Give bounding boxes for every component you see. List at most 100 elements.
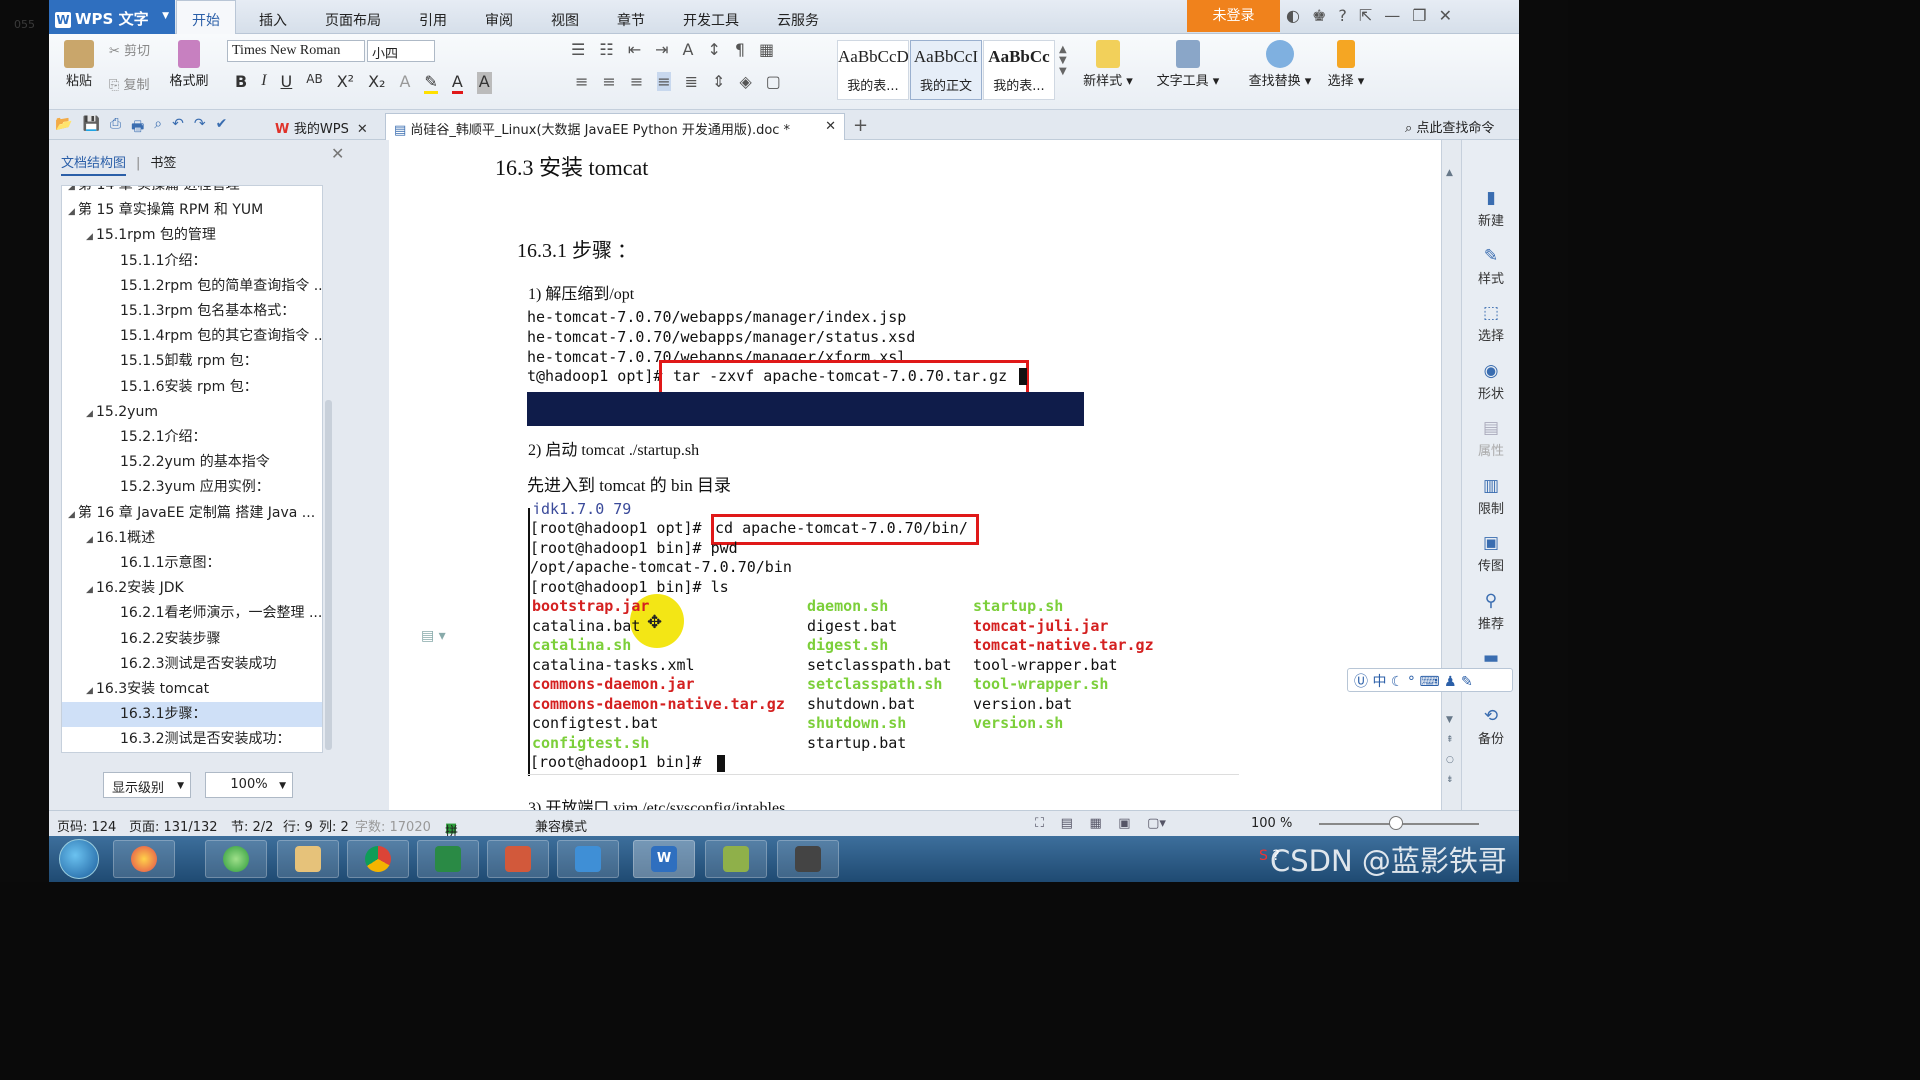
outline-item[interactable]: 16.1.1示意图： (62, 551, 322, 576)
outline-item[interactable]: 16.2.2安装步骤 (62, 627, 322, 652)
outline-item[interactable]: 15.1.2rpm 包的简单查询指令 ... (62, 274, 322, 299)
zoom-slider-thumb[interactable] (1389, 816, 1403, 830)
style-my-table-1[interactable]: AaBbCcD 我的表... (837, 40, 909, 100)
font-name-select[interactable]: Times New Roman (227, 40, 365, 62)
text-effect-icon[interactable]: A (399, 72, 410, 94)
taskbar-app[interactable] (705, 840, 767, 878)
save-icon[interactable]: 💾 (82, 116, 99, 140)
strikethrough-icon[interactable]: AB (306, 72, 322, 94)
font-size-select[interactable]: 小四 (367, 40, 435, 62)
tab-page-layout[interactable]: 页面布局 (325, 0, 381, 34)
taskbar-app[interactable] (777, 840, 839, 878)
expand-triangle-icon[interactable]: ◢ (68, 503, 78, 528)
outline-item[interactable]: ◢ 16.3安装 tomcat (62, 677, 322, 704)
taskbar-explorer[interactable] (277, 840, 339, 878)
taskbar-ppt[interactable] (487, 840, 549, 878)
document-page[interactable]: 16.3 安装 tomcat 16.3.1 步骤 ： 1) 解压缩到/opt h… (389, 140, 1441, 810)
outline-item[interactable]: ◢ 第 15 章实操篇 RPM 和 YUM (62, 198, 322, 223)
tab-bookmark[interactable]: 书签 (150, 156, 176, 171)
case-icon[interactable]: A (683, 40, 694, 59)
outline-item[interactable]: 16.2.3测试是否安装成功 (62, 652, 322, 677)
bold-icon[interactable]: B (235, 72, 247, 94)
export-pdf-icon[interactable]: ⎙ (110, 116, 121, 140)
tab-view[interactable]: 视图 (551, 0, 579, 34)
outline-item[interactable]: 16.2.1看老师演示，一会整理 ... (62, 601, 322, 626)
taskbar-excel[interactable] (417, 840, 479, 878)
expand-triangle-icon[interactable]: ◢ (86, 679, 96, 704)
login-button[interactable]: 未登录 (1187, 0, 1280, 32)
maximize-icon[interactable]: ❐ (1412, 6, 1426, 25)
format-painter-button[interactable]: 格式刷 (167, 40, 211, 89)
wps-app-button[interactable]: W WPS 文字 ▼ (49, 0, 175, 34)
taskbar-app[interactable] (557, 840, 619, 878)
new-tab-icon[interactable]: + (853, 115, 868, 136)
table-icon[interactable]: ▦ (759, 40, 774, 59)
outline-scrollbar[interactable] (325, 400, 332, 750)
char-shading-icon[interactable]: A (476, 72, 492, 94)
outline-item[interactable]: 15.1.5卸载 rpm 包： (62, 349, 322, 374)
shirt-icon[interactable]: ♚ (1312, 6, 1326, 25)
level-select[interactable]: 显示级别 ▼ (103, 772, 191, 798)
sort-icon[interactable]: ↕ (707, 40, 720, 59)
close-tab-icon[interactable]: ✕ (357, 122, 368, 137)
outline-item[interactable]: ◢ 15.1rpm 包的管理 (62, 223, 322, 250)
document-scrollbar[interactable]: ▲ ▼ ⇞ ○ ⇟ (1441, 140, 1461, 810)
scroll-up-icon[interactable]: ▲ (1446, 168, 1453, 178)
new-style-button[interactable]: 新样式 ▾ (1079, 40, 1137, 89)
border-icon[interactable]: ▢ (766, 72, 781, 91)
taskbar-chrome[interactable] (347, 840, 409, 878)
outline-item[interactable]: 15.1.4rpm 包的其它查询指令 ... (62, 324, 322, 349)
undo-icon[interactable]: ↶ (172, 116, 184, 140)
paragraph-options-icon[interactable]: ▤ ▾ (421, 628, 446, 644)
pane-recommend-button[interactable]: ⚲ 推荐 (1462, 591, 1519, 632)
print-icon[interactable]: 🖶 (131, 116, 144, 140)
shading-icon[interactable]: ◈ (739, 72, 751, 91)
tab-start[interactable]: 开始 (176, 0, 236, 35)
superscript-icon[interactable]: X² (337, 72, 354, 94)
find-replace-button[interactable]: 查找替换 ▾ (1245, 40, 1315, 89)
outdent-icon[interactable]: ⇤ (628, 40, 641, 59)
pane-new-button[interactable]: ▮ 新建 (1462, 188, 1519, 229)
expand-triangle-icon[interactable]: ◢ (86, 528, 96, 553)
tab-reference[interactable]: 引用 (419, 0, 447, 34)
style-my-body[interactable]: AaBbCcI 我的正文 (910, 40, 982, 100)
outline-item[interactable]: ◢ 15.2yum (62, 400, 322, 427)
outline-item[interactable]: ◢ 第 14 章 实操篇 进程管理 (62, 186, 322, 198)
align-right-icon[interactable]: ≡ (630, 72, 643, 91)
outline-item[interactable]: 15.2.3yum 应用实例： (62, 475, 322, 500)
pane-shape-button[interactable]: ◉ 形状 (1462, 361, 1519, 402)
style-my-table-2[interactable]: AaBbCc 我的表... (983, 40, 1055, 100)
outline-item[interactable]: 16.3.1步骤： (62, 702, 322, 728)
skin-icon[interactable]: ◐ (1286, 6, 1300, 25)
outline-item[interactable]: ◢ 16.2安装 JDK (62, 576, 322, 603)
subscript-icon[interactable]: X₂ (368, 72, 385, 94)
status-word-count[interactable]: 字数: 17020 (355, 816, 431, 835)
copy-button[interactable]: ⎘ 复制 (109, 74, 150, 93)
indent-icon[interactable]: ⇥ (655, 40, 668, 59)
taskbar-app[interactable] (205, 840, 267, 878)
tab-review[interactable]: 审阅 (485, 0, 513, 34)
outline-item[interactable]: 15.2.1介绍： (62, 425, 322, 450)
justify-icon[interactable]: ≡ (657, 72, 671, 91)
outline-item[interactable]: 15.1.1介绍： (62, 249, 322, 274)
expand-triangle-icon[interactable]: ◢ (86, 578, 96, 603)
align-center-icon[interactable]: ≡ (602, 72, 615, 91)
font-color-icon[interactable]: A (451, 72, 463, 94)
distribute-icon[interactable]: ≣ (685, 72, 698, 91)
open-icon[interactable]: 📂 (55, 116, 72, 140)
tab-insert[interactable]: 插入 (259, 0, 287, 34)
status-zoom[interactable]: 100 % (1251, 816, 1292, 831)
tab-my-wps[interactable]: W 我的WPS ✕ (267, 113, 376, 140)
pane-upload-image-button[interactable]: ▣ 传图 (1462, 533, 1519, 574)
bullet-list-icon[interactable]: ☰ (571, 40, 585, 59)
align-left-icon[interactable]: ≡ (575, 72, 588, 91)
start-button[interactable] (59, 839, 99, 879)
expand-triangle-icon[interactable]: ◢ (86, 402, 96, 427)
style-scroll[interactable]: ▲ ▼ ▼ (1059, 44, 1067, 77)
help-icon[interactable]: ? (1338, 6, 1347, 25)
nav-zoom-select[interactable]: 100% ▼ (205, 772, 293, 798)
restore-ribbon-icon[interactable]: ⇱ (1359, 6, 1372, 25)
italic-icon[interactable]: I (261, 72, 266, 94)
expand-triangle-icon[interactable]: ◢ (86, 225, 96, 250)
customize-icon[interactable]: ✔ (216, 116, 228, 140)
